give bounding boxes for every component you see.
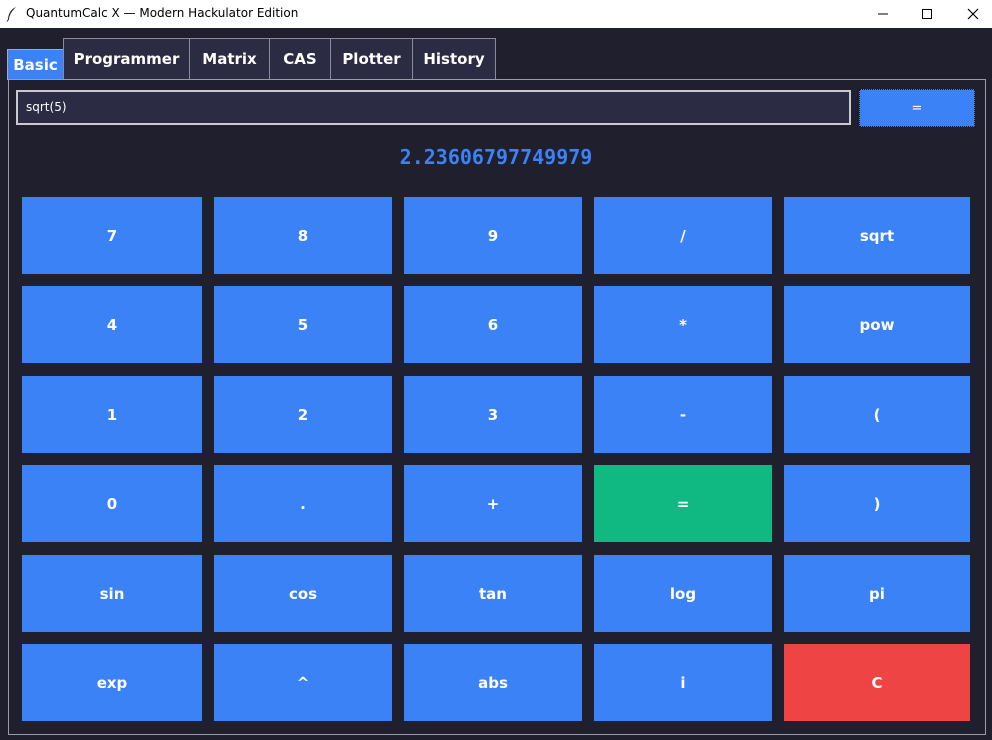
key-2-button[interactable]: 2 bbox=[214, 376, 392, 453]
key-3-button[interactable]: 3 bbox=[404, 376, 582, 453]
key-decimal-button[interactable]: . bbox=[214, 465, 392, 542]
maximize-icon bbox=[922, 9, 932, 19]
tab-plotter[interactable]: Plotter bbox=[330, 38, 413, 79]
key-0-button[interactable]: 0 bbox=[22, 465, 202, 542]
key-log-button[interactable]: log bbox=[594, 555, 772, 632]
tab-matrix[interactable]: Matrix bbox=[189, 38, 270, 79]
key-pi-button[interactable]: pi bbox=[784, 555, 970, 632]
key-exp-button[interactable]: exp bbox=[22, 644, 202, 721]
key-caret-button[interactable]: ^ bbox=[214, 644, 392, 721]
key-tan-button[interactable]: tan bbox=[404, 555, 582, 632]
key-1-button[interactable]: 1 bbox=[22, 376, 202, 453]
key-5-button[interactable]: 5 bbox=[214, 286, 392, 363]
title-bar: QuantumCalc X — Modern Hackulator Editio… bbox=[0, 0, 992, 28]
tab-cas[interactable]: CAS bbox=[269, 38, 331, 79]
result-display: 2.23606797749979 bbox=[399, 145, 593, 169]
key-i-button[interactable]: i bbox=[594, 644, 772, 721]
tab-bar: Basic Programmer Matrix CAS Plotter Hist… bbox=[0, 28, 992, 80]
key-clear-button[interactable]: C bbox=[784, 644, 970, 721]
close-icon bbox=[967, 8, 979, 20]
feather-icon bbox=[6, 7, 16, 22]
evaluate-button[interactable]: = bbox=[859, 89, 975, 127]
key-sqrt-button[interactable]: sqrt bbox=[784, 197, 970, 274]
key-divide-button[interactable]: / bbox=[594, 197, 772, 274]
key-8-button[interactable]: 8 bbox=[214, 197, 392, 274]
minimize-button[interactable] bbox=[860, 0, 906, 28]
key-abs-button[interactable]: abs bbox=[404, 644, 582, 721]
key-6-button[interactable]: 6 bbox=[404, 286, 582, 363]
tab-history[interactable]: History bbox=[412, 38, 496, 79]
key-open-paren-button[interactable]: ( bbox=[784, 376, 970, 453]
key-close-paren-button[interactable]: ) bbox=[784, 465, 970, 542]
window-title: QuantumCalc X — Modern Hackulator Editio… bbox=[26, 6, 299, 20]
expression-input[interactable]: sqrt(5) bbox=[16, 90, 851, 125]
key-pow-button[interactable]: pow bbox=[784, 286, 970, 363]
key-9-button[interactable]: 9 bbox=[404, 197, 582, 274]
key-4-button[interactable]: 4 bbox=[22, 286, 202, 363]
minimize-icon bbox=[878, 13, 888, 15]
key-multiply-button[interactable]: * bbox=[594, 286, 772, 363]
key-subtract-button[interactable]: - bbox=[594, 376, 772, 453]
key-equals-button[interactable]: = bbox=[594, 465, 772, 542]
close-button[interactable] bbox=[950, 0, 992, 28]
key-cos-button[interactable]: cos bbox=[214, 555, 392, 632]
key-7-button[interactable]: 7 bbox=[22, 197, 202, 274]
tab-basic[interactable]: Basic bbox=[7, 49, 64, 80]
tab-programmer[interactable]: Programmer bbox=[63, 38, 190, 79]
maximize-button[interactable] bbox=[904, 0, 950, 28]
key-add-button[interactable]: + bbox=[404, 465, 582, 542]
key-sin-button[interactable]: sin bbox=[22, 555, 202, 632]
